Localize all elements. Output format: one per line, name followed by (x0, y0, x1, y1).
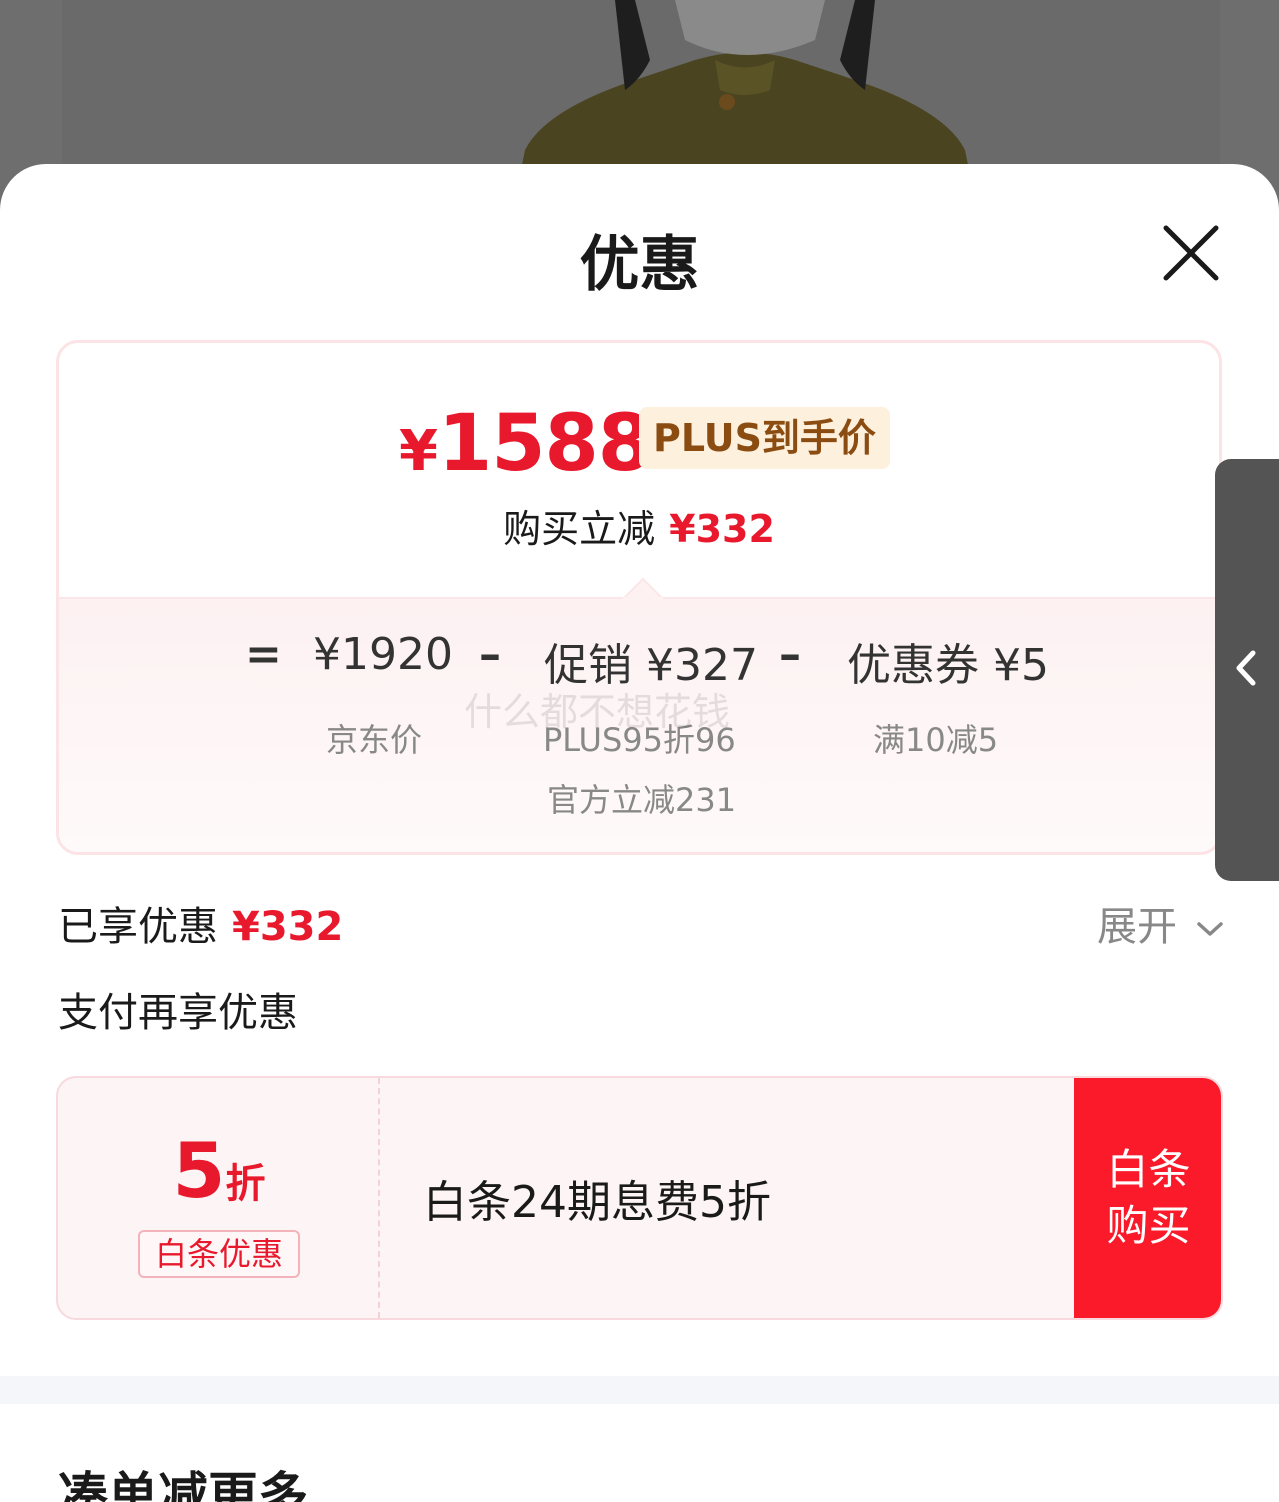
minus-sign: – (779, 629, 801, 680)
sheet-title: 优惠 (579, 230, 700, 300)
promo-detail-official: 官方立减231 (547, 781, 737, 819)
pointer-arrow (623, 577, 663, 599)
enjoyed-value: ¥332 (232, 904, 344, 950)
final-price-value: 1588 (437, 399, 652, 489)
jd-price-label: 京东价 (326, 721, 423, 759)
discount-label: 购买立减 (503, 507, 656, 551)
coupon-value-unit: 折 (225, 1161, 266, 1207)
equals-sign: = (245, 629, 282, 680)
payment-offers-heading: 支付再享优惠 (58, 990, 298, 1036)
final-price-section: ¥1588 PLUS到手价 购买立减 ¥332 (59, 343, 1219, 597)
chevron-left-icon (1236, 650, 1256, 686)
coupon-value-panel: 5折 白条优惠 (58, 1078, 380, 1318)
expand-button[interactable]: 展开 (1097, 894, 1224, 952)
enjoyed-discount: 已享优惠 ¥332 (58, 894, 343, 952)
discount-value: ¥332 (669, 507, 775, 551)
price-summary-card: ¥1588 PLUS到手价 购买立减 ¥332 = ¥1920 – 促销 ¥327… (56, 340, 1222, 855)
baitiao-coupon-card: 5折 白条优惠 白条24期息费5折 白条购买 (56, 1076, 1223, 1320)
final-price: ¥1588 (399, 399, 652, 489)
baitiao-buy-button[interactable]: 白条购买 (1074, 1078, 1221, 1318)
coupon-value: 5折 (58, 1126, 380, 1215)
coupon-value-number: 5 (172, 1126, 226, 1215)
coupon-tag: 白条优惠 (138, 1230, 300, 1278)
section-divider (0, 1376, 1279, 1404)
expand-label: 展开 (1097, 904, 1177, 950)
price-breakdown: = ¥1920 – 促销 ¥327 – 优惠券 ¥5 京东价 PLUS95折96… (59, 597, 1219, 852)
coupon-description: 白条24期息费5折 (423, 1177, 771, 1228)
coupon-amount: 优惠券 ¥5 (847, 640, 1049, 691)
close-icon[interactable] (1160, 222, 1222, 284)
chevron-down-icon (1196, 922, 1223, 936)
purchase-discount-line: 购买立减 ¥332 (59, 498, 1219, 553)
enjoyed-label: 已享优惠 (58, 904, 218, 950)
currency-symbol: ¥ (399, 419, 438, 484)
coupon-detail: 满10减5 (873, 721, 999, 759)
promotion-sheet: 优惠 ¥1588 PLUS到手价 购买立减 ¥332 = ¥1920 – 促销 ¥… (0, 164, 1279, 1502)
watermark-text: 什么都不想花钱 (464, 690, 731, 734)
jd-price: ¥1920 (313, 629, 453, 680)
side-drawer-handle[interactable] (1215, 459, 1279, 881)
plus-price-badge: PLUS到手价 (639, 407, 890, 469)
minus-sign: – (479, 629, 501, 680)
bundle-section-title: 凑单减更多 (58, 1467, 308, 1502)
